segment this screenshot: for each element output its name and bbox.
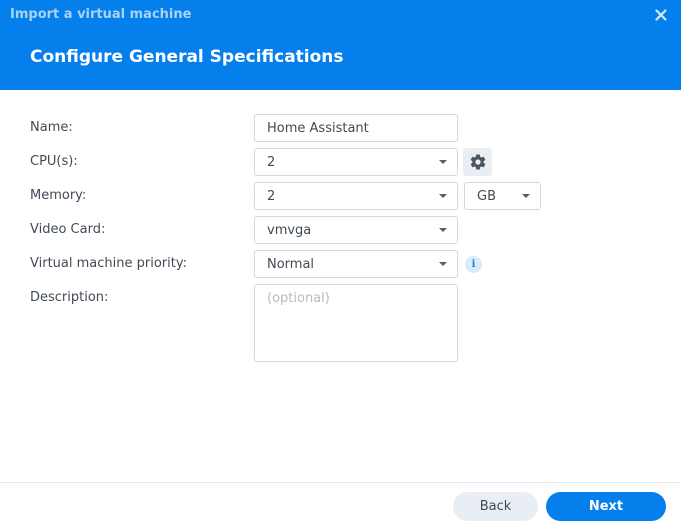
footer-divider [0,482,681,483]
cpu-label: CPU(s): [30,154,78,169]
back-button[interactable]: Back [453,492,538,521]
priority-value: Normal [267,256,315,272]
memory-value: 2 [267,188,276,204]
priority-select[interactable]: Normal [254,250,458,278]
memory-unit-value: GB [477,188,496,204]
chevron-down-icon [439,194,447,198]
name-input[interactable]: Home Assistant [254,114,458,142]
cpu-value: 2 [267,154,276,170]
chevron-down-icon [522,194,530,198]
info-icon[interactable]: i [465,256,482,273]
description-textarea[interactable]: (optional) [254,284,458,362]
description-label: Description: [30,290,109,305]
chevron-down-icon [439,160,447,164]
close-button[interactable] [652,6,670,24]
memory-label: Memory: [30,188,87,203]
priority-label: Virtual machine priority: [30,256,187,271]
cpu-settings-button[interactable] [463,148,492,176]
name-value: Home Assistant [267,120,369,136]
page-title: Configure General Specifications [30,47,344,67]
next-button[interactable]: Next [546,492,666,521]
video-card-value: vmvga [267,222,312,238]
chevron-down-icon [439,228,447,232]
gear-icon [470,154,485,170]
cpu-select[interactable]: 2 [254,148,458,176]
name-label: Name: [30,120,73,135]
memory-unit-select[interactable]: GB [464,182,541,210]
video-card-select[interactable]: vmvga [254,216,458,244]
close-icon [655,9,667,21]
dialog-header: Import a virtual machine Configure Gener… [0,0,681,90]
window-title: Import a virtual machine [10,7,192,22]
memory-select[interactable]: 2 [254,182,458,210]
description-placeholder: (optional) [267,291,330,306]
chevron-down-icon [439,262,447,266]
video-card-label: Video Card: [30,222,106,237]
